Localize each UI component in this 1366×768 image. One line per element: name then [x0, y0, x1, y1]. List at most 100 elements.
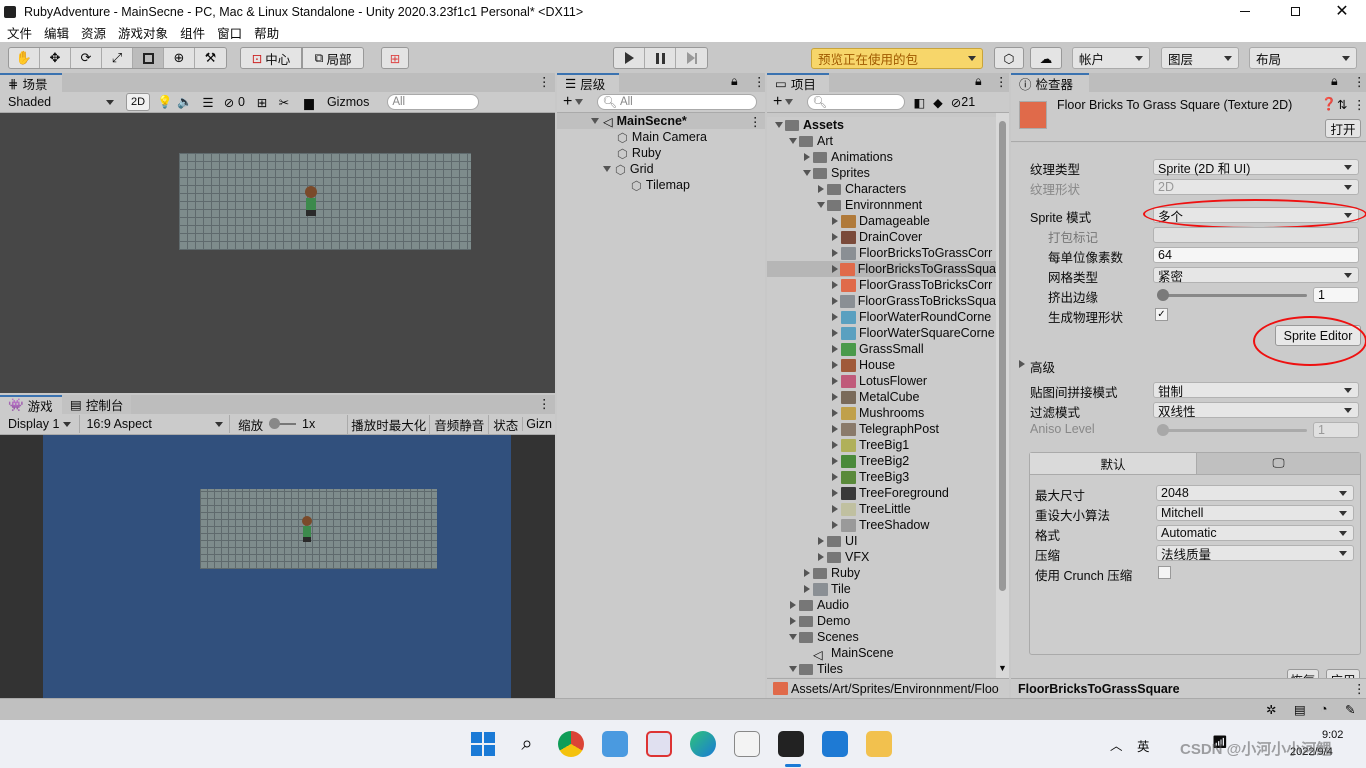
expand-icon[interactable] — [815, 185, 827, 193]
close-button[interactable]: ✕ — [1330, 2, 1354, 20]
shading-dropdown[interactable]: Shaded — [2, 93, 120, 111]
expand-icon[interactable] — [829, 265, 840, 273]
menu-file[interactable]: 文件 — [7, 23, 32, 42]
create-plus-icon[interactable]: + — [563, 93, 572, 111]
tab-scene[interactable]: ⋕ 场景 — [0, 73, 62, 92]
collab-icon[interactable]: ⬡ — [994, 47, 1024, 69]
transform-tool-icon[interactable]: ⊕ — [164, 48, 195, 68]
cloud-icon[interactable]: ☁ — [1030, 47, 1062, 69]
list-item[interactable]: TreeForeground — [767, 485, 996, 501]
advanced-label[interactable]: 高级 — [1030, 357, 1055, 376]
extrude-slider[interactable] — [1157, 289, 1307, 301]
list-item[interactable]: FloorGrassToBricksCorr — [767, 277, 996, 293]
folder-row[interactable]: Tiles — [767, 661, 996, 677]
effects-icon[interactable]: ☰ — [196, 95, 220, 110]
list-item[interactable]: TreeLittle — [767, 501, 996, 517]
snipping-tool-icon[interactable] — [646, 731, 672, 757]
wrap-mode-dropdown[interactable]: 钳制 — [1153, 382, 1359, 399]
folder-row[interactable]: Demo — [767, 613, 996, 629]
expand-icon[interactable] — [829, 217, 841, 225]
expand-icon[interactable] — [829, 377, 841, 385]
layers-icon[interactable]: ▤ — [1294, 702, 1306, 717]
tab-default-platform[interactable]: 默认 — [1030, 453, 1196, 475]
folder-row[interactable]: Assets — [767, 117, 996, 133]
folder-row[interactable]: Environnment — [767, 197, 996, 213]
list-item[interactable]: LotusFlower — [767, 373, 996, 389]
gizmos-toggle[interactable]: Gizn — [522, 417, 555, 431]
scene-menu-icon[interactable]: ⋮ — [749, 114, 762, 129]
panel-menu-icon[interactable]: ⋮ — [995, 74, 1008, 89]
compression-dropdown[interactable]: 法线质量 — [1156, 545, 1354, 562]
lock-icon[interactable]: 🔒︎ — [1331, 74, 1338, 89]
list-item[interactable]: TreeShadow — [767, 517, 996, 533]
account-dropdown[interactable]: 帐户 — [1072, 47, 1150, 69]
expand-icon[interactable] — [787, 617, 799, 625]
expand-icon[interactable] — [829, 521, 841, 529]
gizmos-dropdown[interactable]: Gizmos — [327, 95, 369, 109]
rect-tool-icon[interactable] — [133, 48, 164, 68]
scale-tool-icon[interactable]: ⤢ — [102, 48, 133, 68]
list-item[interactable]: TreeBig3 — [767, 469, 996, 485]
chrome-icon[interactable] — [558, 731, 584, 757]
folder-row[interactable]: Scenes — [767, 629, 996, 645]
pixels-per-unit-input[interactable]: 64 — [1153, 247, 1359, 263]
pivot-space-button[interactable]: ⧉ 局部 — [302, 47, 364, 69]
camera-icon[interactable]: ▆ — [295, 95, 323, 110]
list-item[interactable]: ⬡ Main Camera — [557, 129, 765, 145]
list-item[interactable]: FloorGrassToBricksSqua — [767, 293, 996, 309]
tools-icon[interactable]: ✂ — [273, 95, 295, 110]
scene-search-input[interactable]: All — [387, 94, 480, 110]
list-item[interactable]: ⬡ Tilemap — [557, 177, 765, 193]
list-item[interactable]: FloorWaterRoundCorne — [767, 309, 996, 325]
aspect-dropdown[interactable]: 16:9 Aspect — [79, 415, 231, 433]
file-explorer-icon[interactable] — [866, 731, 892, 757]
open-button[interactable]: 打开 — [1325, 119, 1361, 138]
package-preview-dropdown[interactable]: 预览正在使用的包 — [811, 48, 983, 69]
texture-type-dropdown[interactable]: Sprite (2D 和 UI) — [1153, 159, 1359, 176]
expand-icon[interactable] — [787, 634, 799, 640]
menu-gameobject[interactable]: 游戏对象 — [118, 23, 168, 42]
crunch-compression-checkbox[interactable] — [1158, 566, 1171, 579]
lock-icon[interactable]: 🔒︎ — [731, 74, 738, 89]
panel-menu-icon[interactable]: ⋮ — [1353, 74, 1366, 89]
tab-inspector[interactable]: ⓘ 检查器 — [1011, 73, 1089, 92]
list-item[interactable]: DrainCover — [767, 229, 996, 245]
windows-start-icon[interactable] — [470, 731, 496, 757]
scene-viewport[interactable] — [0, 113, 555, 393]
filter-mode-dropdown[interactable]: 双线性 — [1153, 402, 1359, 419]
footer-menu-icon[interactable]: ⋮ — [1353, 681, 1366, 696]
list-item[interactable]: FloorBricksToGrassSqua — [767, 261, 996, 277]
list-item[interactable]: Damageable — [767, 213, 996, 229]
extrude-edges-input[interactable]: 1 — [1313, 287, 1359, 303]
custom-tool-icon[interactable]: ⚒ — [195, 48, 226, 68]
expand-icon[interactable] — [815, 537, 827, 545]
menu-assets[interactable]: 资源 — [81, 23, 106, 42]
list-item[interactable]: Mushrooms — [767, 405, 996, 421]
expand-icon[interactable] — [829, 329, 841, 337]
scroll-down-icon[interactable]: ▼ — [998, 663, 1007, 673]
ruby-sprite[interactable] — [304, 186, 318, 220]
create-plus-icon[interactable]: + — [773, 93, 782, 111]
ime-indicator[interactable]: 英 — [1137, 736, 1150, 755]
filter-label-icon[interactable]: ◆ — [933, 95, 943, 110]
maximize-button[interactable] — [1283, 4, 1307, 18]
minimize-button[interactable] — [1233, 4, 1257, 18]
grid-snap-icon[interactable]: ⊞ — [381, 47, 409, 69]
expand-icon[interactable] — [815, 202, 827, 208]
progress-icon[interactable]: ◔ — [1320, 702, 1328, 716]
folder-row[interactable]: UI — [767, 533, 996, 549]
help-icon[interactable]: ❓ — [1321, 97, 1337, 112]
list-item[interactable]: FloorWaterSquareCorne — [767, 325, 996, 341]
list-item[interactable]: TreeBig2 — [767, 453, 996, 469]
grid-toggle-icon[interactable]: ⊞ — [251, 95, 273, 110]
expand-icon[interactable] — [829, 441, 841, 449]
expand-icon[interactable] — [829, 489, 841, 497]
mute-audio-toggle[interactable]: 音频静音 — [429, 414, 488, 434]
tab-hierarchy[interactable]: ☰ 层级 — [557, 73, 619, 92]
monitor-icon[interactable]: 🖵 — [1196, 453, 1360, 475]
maps-app-icon[interactable] — [602, 731, 628, 757]
hidden-objects-icon[interactable]: ⊘ — [220, 95, 238, 110]
scale-slider[interactable] — [269, 418, 297, 429]
game-viewport[interactable] — [0, 435, 555, 698]
layout-dropdown[interactable]: 布局 — [1249, 47, 1357, 69]
